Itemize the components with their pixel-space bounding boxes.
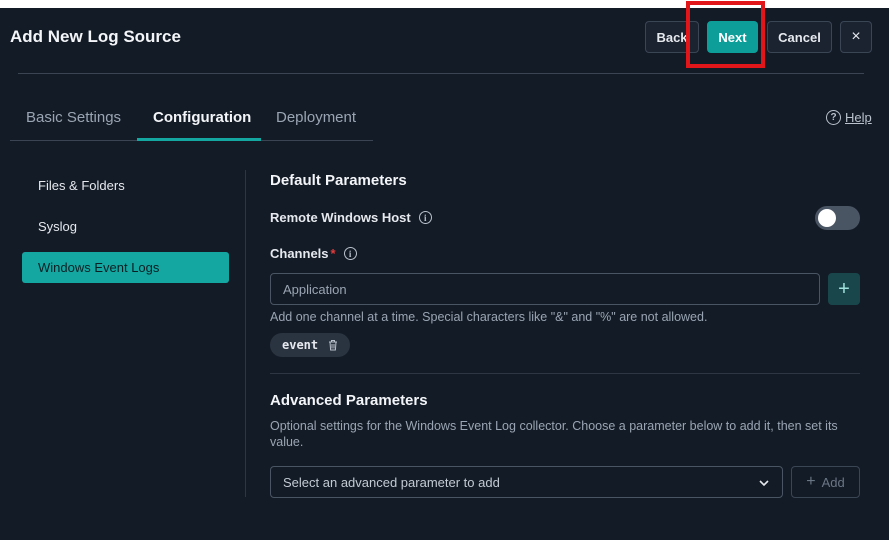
- tab-basic-settings[interactable]: Basic Settings: [26, 109, 121, 126]
- sidebar-item-syslog[interactable]: Syslog: [22, 211, 229, 242]
- section-divider: [270, 373, 860, 374]
- add-parameter-label: Add: [821, 474, 845, 490]
- chevron-down-icon: [759, 480, 769, 487]
- next-button[interactable]: Next: [707, 21, 758, 53]
- tab-deployment[interactable]: Deployment: [276, 109, 356, 126]
- tab-configuration[interactable]: Configuration: [153, 109, 251, 126]
- required-asterisk: *: [330, 246, 336, 261]
- advanced-parameter-select[interactable]: Select an advanced parameter to add: [270, 466, 783, 498]
- help-link[interactable]: ? Help: [826, 110, 872, 125]
- channel-chip: event: [270, 333, 351, 357]
- remote-windows-host-label: Remote Windows Host i: [270, 210, 432, 225]
- sidebar-item-windows-event-logs[interactable]: Windows Event Logs: [22, 252, 229, 283]
- info-icon[interactable]: i: [343, 247, 357, 260]
- sidebar-divider: [245, 170, 246, 497]
- help-circle-icon: ?: [826, 110, 841, 125]
- channel-input[interactable]: Application: [270, 273, 820, 305]
- channels-text: Channels: [270, 246, 329, 261]
- close-icon[interactable]: ×: [840, 21, 872, 53]
- add-parameter-button[interactable]: + Add: [791, 466, 860, 498]
- tab-bar: Basic Settings Configuration Deployment: [10, 100, 373, 141]
- back-button[interactable]: Back: [645, 21, 699, 53]
- channel-chip-label: event: [282, 338, 319, 352]
- info-icon[interactable]: i: [418, 211, 432, 224]
- remote-windows-host-toggle[interactable]: [815, 206, 860, 230]
- advanced-parameter-select-placeholder: Select an advanced parameter to add: [283, 474, 500, 490]
- cancel-button[interactable]: Cancel: [767, 21, 832, 53]
- channel-hint: Add one channel at a time. Special chara…: [270, 310, 708, 324]
- advanced-parameters-description: Optional settings for the Windows Event …: [270, 419, 838, 449]
- trash-icon[interactable]: [328, 339, 338, 351]
- dialog-title: Add New Log Source: [10, 27, 181, 46]
- sidebar-item-files-folders[interactable]: Files & Folders: [22, 170, 229, 201]
- help-label: Help: [845, 110, 872, 125]
- active-tab-indicator: [137, 138, 261, 141]
- header-divider: [18, 73, 864, 74]
- top-border: [0, 0, 889, 8]
- remote-windows-host-text: Remote Windows Host: [270, 210, 411, 225]
- channels-label: Channels * i: [270, 246, 357, 261]
- default-parameters-title: Default Parameters: [270, 172, 407, 189]
- plus-icon: +: [806, 473, 816, 490]
- add-channel-button[interactable]: +: [828, 273, 860, 305]
- toggle-knob: [818, 209, 836, 227]
- advanced-parameters-title: Advanced Parameters: [270, 392, 428, 409]
